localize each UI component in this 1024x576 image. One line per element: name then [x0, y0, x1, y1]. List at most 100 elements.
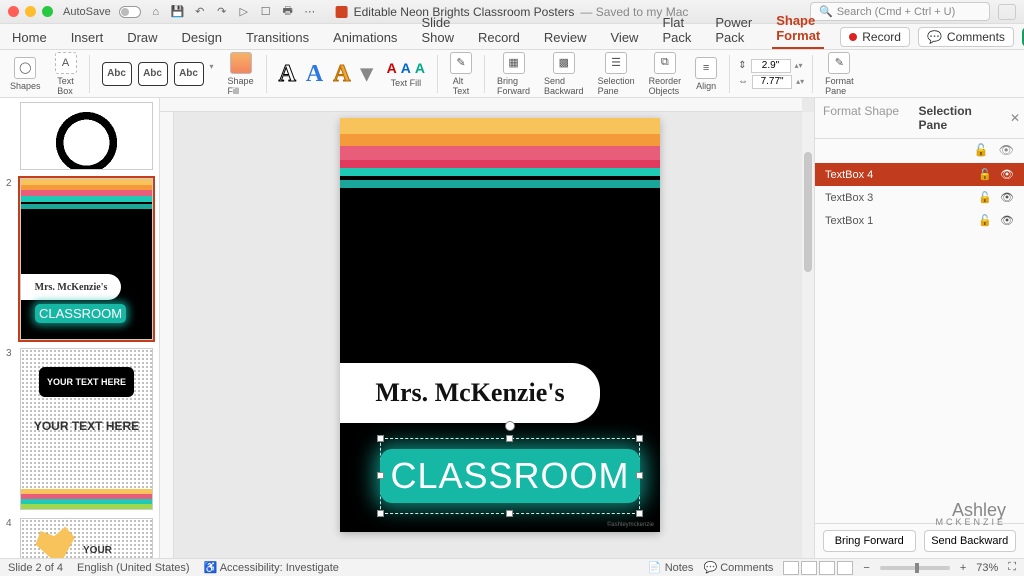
list-item[interactable]: TextBox 4 🔓👁 [815, 163, 1024, 186]
resize-handle[interactable] [506, 435, 513, 442]
style-preset-3[interactable]: Abc [174, 62, 204, 86]
resize-handle[interactable] [377, 472, 384, 479]
height-field[interactable] [751, 59, 791, 73]
reading-view-icon[interactable] [819, 561, 835, 575]
tab-transitions[interactable]: Transitions [242, 26, 313, 49]
rotate-handle[interactable] [505, 421, 515, 431]
lock-icon[interactable]: 🔓 [978, 214, 992, 227]
minimize-window-icon[interactable] [25, 6, 36, 17]
save-icon[interactable]: 💾 [171, 5, 185, 19]
fit-slide-icon[interactable]: ⛶ [1008, 561, 1016, 574]
search-input[interactable]: 🔍 Search (Cmd + Ctrl + U) [810, 2, 990, 21]
stepper-icon[interactable]: ▴▾ [795, 61, 803, 70]
shape-styles[interactable]: Abc Abc Abc ▾ [98, 62, 218, 86]
redo-icon[interactable]: ↷ [215, 5, 229, 19]
comments-status-button[interactable]: 💬 Comments [703, 561, 773, 574]
resize-handle[interactable] [377, 510, 384, 517]
shapes-button[interactable]: ◯ Shapes [6, 57, 45, 91]
shape-fill-button[interactable]: Shape Fill [224, 52, 258, 96]
width-field[interactable] [752, 75, 792, 89]
reorder-objects-button[interactable]: ⧉ Reorder Objects [645, 52, 686, 96]
lock-all-icon[interactable]: 🔓 [974, 143, 989, 157]
format-shape-tab[interactable]: Format Shape [815, 98, 911, 138]
stepper-icon[interactable]: ▴▾ [796, 77, 804, 86]
play-icon[interactable]: ▷ [237, 5, 251, 19]
chevron-down-icon[interactable]: ▾ [210, 62, 214, 86]
thumb-3[interactable]: 3 YOUR TEXT HEREYOUR TEXT HERE [6, 348, 153, 510]
close-pane-icon[interactable]: ✕ [1006, 98, 1024, 138]
vertical-scrollbar[interactable] [802, 112, 814, 558]
list-item[interactable]: TextBox 1 🔓👁 [815, 209, 1024, 232]
alt-text-button[interactable]: ✎ Alt Text [446, 52, 476, 96]
tab-power-pack[interactable]: Power Pack [711, 11, 756, 49]
send-backward-button[interactable]: ▩ Send Backward [540, 52, 588, 96]
home-icon[interactable]: ⌂ [149, 5, 163, 19]
scrollbar-thumb[interactable] [804, 152, 812, 272]
fullscreen-window-icon[interactable] [42, 6, 53, 17]
lock-icon[interactable]: 🔓 [978, 191, 992, 204]
thumb-4[interactable]: 4 YOUR [6, 518, 153, 558]
thumb-1[interactable] [6, 102, 153, 170]
chevron-down-icon[interactable]: ▾ [361, 59, 373, 88]
align-button[interactable]: ≡ Align [691, 57, 721, 91]
tab-home[interactable]: Home [8, 26, 51, 49]
eye-icon[interactable]: 👁 [1000, 168, 1014, 181]
tab-record[interactable]: Record [474, 26, 524, 49]
tab-view[interactable]: View [607, 26, 643, 49]
more-icon[interactable]: ⋯ [303, 5, 317, 19]
slide-thumbnails[interactable]: 2 Mrs. McKenzie'sCLASSROOM 3 YOUR TEXT H… [0, 98, 160, 558]
send-backward-button[interactable]: Send Backward [924, 530, 1017, 552]
list-item[interactable]: TextBox 3 🔓👁 [815, 186, 1024, 209]
resize-handle[interactable] [636, 472, 643, 479]
print-icon[interactable]: 🖶 [281, 5, 295, 19]
show-all-icon[interactable]: 👁 [999, 143, 1014, 157]
style-preset-2[interactable]: Abc [138, 62, 168, 86]
undo-icon[interactable]: ↶ [193, 5, 207, 19]
wordart-a-orange-icon[interactable]: A [333, 61, 350, 88]
resize-handle[interactable] [506, 510, 513, 517]
zoom-slider[interactable] [880, 566, 950, 570]
eye-icon[interactable]: 👁 [1000, 191, 1014, 204]
zoom-value[interactable]: 73% [976, 562, 998, 574]
slide[interactable]: Mrs. McKenzie's CLASSROOM ©ashleymckenzi… [340, 118, 660, 532]
resize-handle[interactable] [636, 510, 643, 517]
bring-forward-button[interactable]: Bring Forward [823, 530, 916, 552]
close-window-icon[interactable] [8, 6, 19, 17]
touch-icon[interactable]: ☐ [259, 5, 273, 19]
resize-handle[interactable] [636, 435, 643, 442]
bring-forward-button[interactable]: ▦ Bring Forward [493, 52, 534, 96]
record-button[interactable]: Record [840, 27, 910, 47]
ribbon-toggle-icon[interactable] [998, 4, 1016, 20]
slide-canvas[interactable]: Mrs. McKenzie's CLASSROOM ©ashleymckenzi… [160, 98, 814, 558]
tab-review[interactable]: Review [540, 26, 591, 49]
resize-handle[interactable] [377, 435, 384, 442]
wordart-a-outline-icon[interactable]: A [279, 61, 296, 88]
selection-pane-tab[interactable]: Selection Pane [911, 98, 1007, 138]
style-preset-1[interactable]: Abc [102, 62, 132, 86]
eye-icon[interactable]: 👁 [1000, 214, 1014, 227]
text-fill-button[interactable]: AAA Text Fill [383, 60, 429, 88]
lock-icon[interactable]: 🔓 [978, 168, 992, 181]
slide-indicator[interactable]: Slide 2 of 4 [8, 562, 63, 574]
language-indicator[interactable]: English (United States) [77, 562, 190, 574]
zoom-in-icon[interactable]: + [960, 562, 966, 574]
normal-view-icon[interactable] [783, 561, 799, 575]
wordart-styles[interactable]: A A A ▾ [275, 59, 377, 88]
classroom-textbox-selected[interactable]: CLASSROOM [380, 438, 640, 514]
format-pane-button[interactable]: ✎ Format Pane [821, 52, 858, 96]
comments-button[interactable]: 💬Comments [918, 27, 1014, 47]
tab-insert[interactable]: Insert [67, 26, 108, 49]
textbox-button[interactable]: A Text Box [51, 52, 81, 96]
sorter-view-icon[interactable] [801, 561, 817, 575]
notes-button[interactable]: 📄 Notes [648, 561, 694, 574]
selection-pane-button[interactable]: ☰ Selection Pane [594, 52, 639, 96]
tab-shape-format[interactable]: Shape Format [772, 9, 824, 49]
autosave-toggle[interactable] [119, 6, 141, 18]
tab-animations[interactable]: Animations [329, 26, 401, 49]
zoom-out-icon[interactable]: − [863, 562, 869, 574]
wordart-a-blue-icon[interactable]: A [306, 61, 323, 88]
tab-design[interactable]: Design [178, 26, 226, 49]
teacher-name-textbox[interactable]: Mrs. McKenzie's [340, 363, 600, 423]
accessibility-indicator[interactable]: ♿ Accessibility: Investigate [204, 561, 339, 574]
slideshow-view-icon[interactable] [837, 561, 853, 575]
